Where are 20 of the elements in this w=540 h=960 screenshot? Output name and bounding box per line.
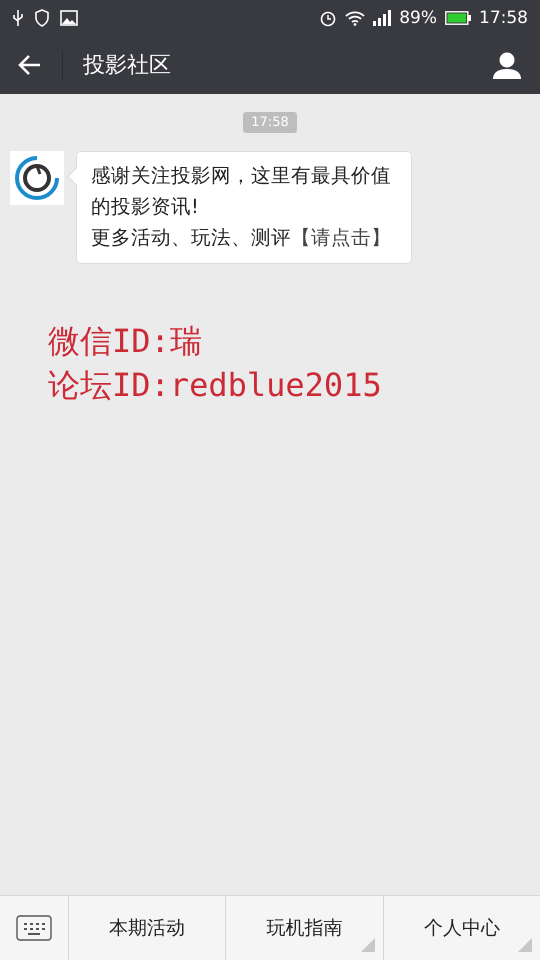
- message-link[interactable]: 【请点击】: [291, 226, 391, 249]
- overlay-text: 论坛ID:redblue2015: [48, 365, 383, 406]
- signal-icon: [373, 10, 392, 26]
- back-arrow-icon[interactable]: [18, 54, 42, 76]
- person-icon[interactable]: [492, 51, 522, 79]
- chat-title: 投影社区: [83, 52, 172, 80]
- corner-triangle-icon: [518, 938, 532, 952]
- timestamp: 17:58: [243, 112, 297, 133]
- overlay-text: 微信ID:瑞: [48, 321, 203, 362]
- battery-percent: 89%: [399, 8, 437, 28]
- shield-icon: [34, 9, 50, 27]
- battery-icon: [445, 11, 471, 25]
- message-text: 感谢关注投影网，这里有最具价值的投影资讯! 更多活动、玩法、测评【请点击】: [91, 163, 392, 251]
- alarm-icon: [319, 9, 338, 27]
- usb-icon: [12, 9, 24, 27]
- keyboard-icon[interactable]: [16, 915, 52, 941]
- image-icon: [60, 10, 78, 26]
- corner-triangle-icon: [360, 938, 375, 952]
- status-time: 17:58: [479, 8, 528, 28]
- wifi-icon: [345, 10, 366, 26]
